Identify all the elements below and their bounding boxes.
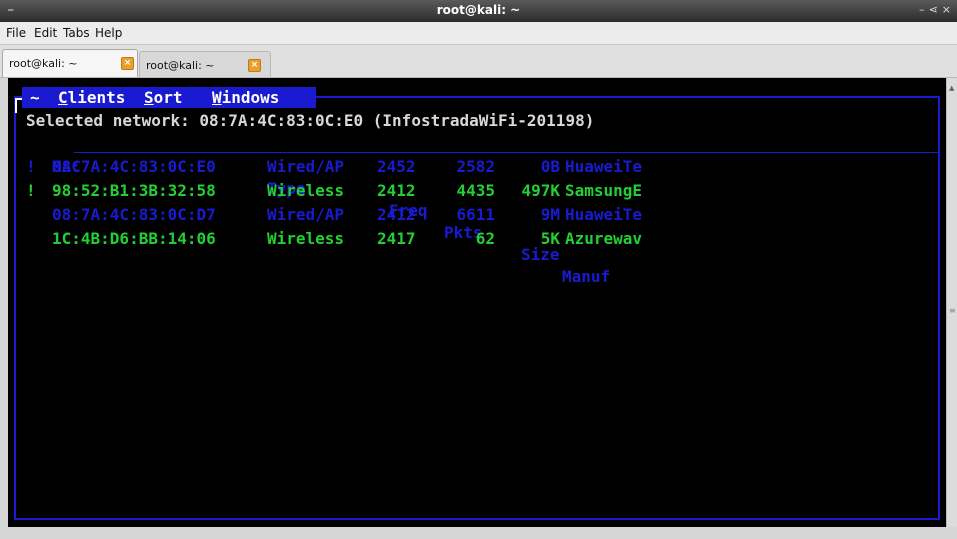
terminal-area[interactable]: ~ Clients Sort Windows Selected network:… (8, 78, 946, 527)
client-freq: 2412 (377, 205, 416, 224)
menu-edit[interactable]: Edit (34, 26, 57, 40)
tab-label: root@kali: ~ (9, 57, 78, 70)
client-size: 5K (540, 229, 560, 248)
client-manuf: SamsungE (565, 181, 643, 200)
minimize-icon[interactable]: – (919, 3, 929, 16)
tab-bar: root@kali: ~ × root@kali: ~ × (0, 45, 957, 78)
menu-help[interactable]: Help (95, 26, 122, 40)
client-manuf: Azurewav (565, 229, 643, 248)
window-bottom-frame (0, 527, 957, 539)
client-pkts: 6611 (456, 205, 495, 224)
menu-tabs[interactable]: Tabs (63, 26, 90, 40)
window-controls[interactable]: –⋖× (919, 3, 955, 16)
client-row[interactable]: ! 98:52:B1:3B:32:58 Wireless 2412 4435 497K Sa… (8, 180, 938, 202)
client-mac: 08:7A:4C:83:0C:D7 (52, 205, 216, 224)
client-pkts: 2582 (456, 157, 495, 176)
client-type: Wireless (267, 181, 345, 200)
header-underline (74, 152, 938, 153)
kismet-menu-tilde[interactable]: ~ (30, 87, 40, 108)
windows-hotkey: W (212, 88, 222, 107)
client-pkts: 62 (475, 229, 495, 248)
client-type: Wireless (267, 229, 345, 248)
client-manuf: HuaweiTe (565, 205, 643, 224)
client-size: 0B (540, 157, 560, 176)
kismet-menubar: ~ Clients Sort Windows (15, 87, 316, 113)
client-freq: 2412 (377, 181, 416, 200)
client-size: 9M (540, 205, 560, 224)
client-row[interactable]: 1C:4B:D6:BB:14:06 Wireless 2417 62 5K Azurewa… (8, 228, 938, 250)
window-title: root@kali: ~ (436, 3, 521, 17)
kismet-menu-sort[interactable]: Sort (144, 87, 183, 108)
windows-label-rest: indows (221, 88, 280, 107)
col-manuf[interactable]: Manuf (562, 266, 610, 288)
client-mac: 08:7A:4C:83:0C:E0 (52, 157, 216, 176)
client-flag: ! (26, 157, 36, 176)
title-bar: ⎯ root@kali: ~ –⋖× (0, 0, 957, 22)
kismet-menu-clients[interactable]: Clients (58, 87, 125, 108)
tab-terminal-2[interactable]: root@kali: ~ × (139, 51, 271, 77)
close-icon[interactable]: × (121, 57, 134, 70)
tab-label: root@kali: ~ (146, 59, 215, 72)
client-row[interactable]: ! 08:7A:4C:83:0C:E0 Wired/AP 2452 2582 0B Huaw… (8, 156, 938, 178)
sort-label-rest: ort (153, 88, 183, 107)
client-size: 497K (521, 181, 560, 200)
client-row[interactable]: 08:7A:4C:83:0C:D7 Wired/AP 2412 6611 9M Huawe… (8, 204, 938, 226)
tab-terminal-1[interactable]: root@kali: ~ × (2, 49, 138, 77)
close-icon[interactable]: × (248, 59, 261, 72)
client-mac: 98:52:B1:3B:32:58 (52, 181, 216, 200)
client-freq: 2417 (377, 229, 416, 248)
kismet-menu-windows[interactable]: Windows (212, 87, 279, 108)
client-pkts: 4435 (456, 181, 495, 200)
scroll-grip-icon[interactable]: ≡ (949, 306, 956, 315)
client-flag: ! (26, 181, 36, 200)
window-corner (15, 98, 22, 113)
clients-hotkey: C (58, 88, 68, 107)
sort-hotkey: S (144, 88, 154, 107)
clients-label-rest: lients (67, 88, 126, 107)
maximize-icon[interactable]: ⋖ (929, 3, 942, 16)
client-manuf: HuaweiTe (565, 157, 643, 176)
client-type: Wired/AP (267, 157, 345, 176)
scroll-up-icon[interactable]: ▲ (949, 84, 954, 92)
client-freq: 2452 (377, 157, 416, 176)
client-type: Wired/AP (267, 205, 345, 224)
client-mac: 1C:4B:D6:BB:14:06 (52, 229, 216, 248)
vertical-scrollbar[interactable]: ▲ ≡ (946, 78, 957, 527)
close-icon[interactable]: × (942, 3, 955, 16)
menu-bar: File Edit Tabs Help (0, 22, 957, 45)
menu-file[interactable]: File (6, 26, 26, 40)
selected-network: Selected network: 08:7A:4C:83:0C:E0 (Inf… (26, 111, 595, 130)
